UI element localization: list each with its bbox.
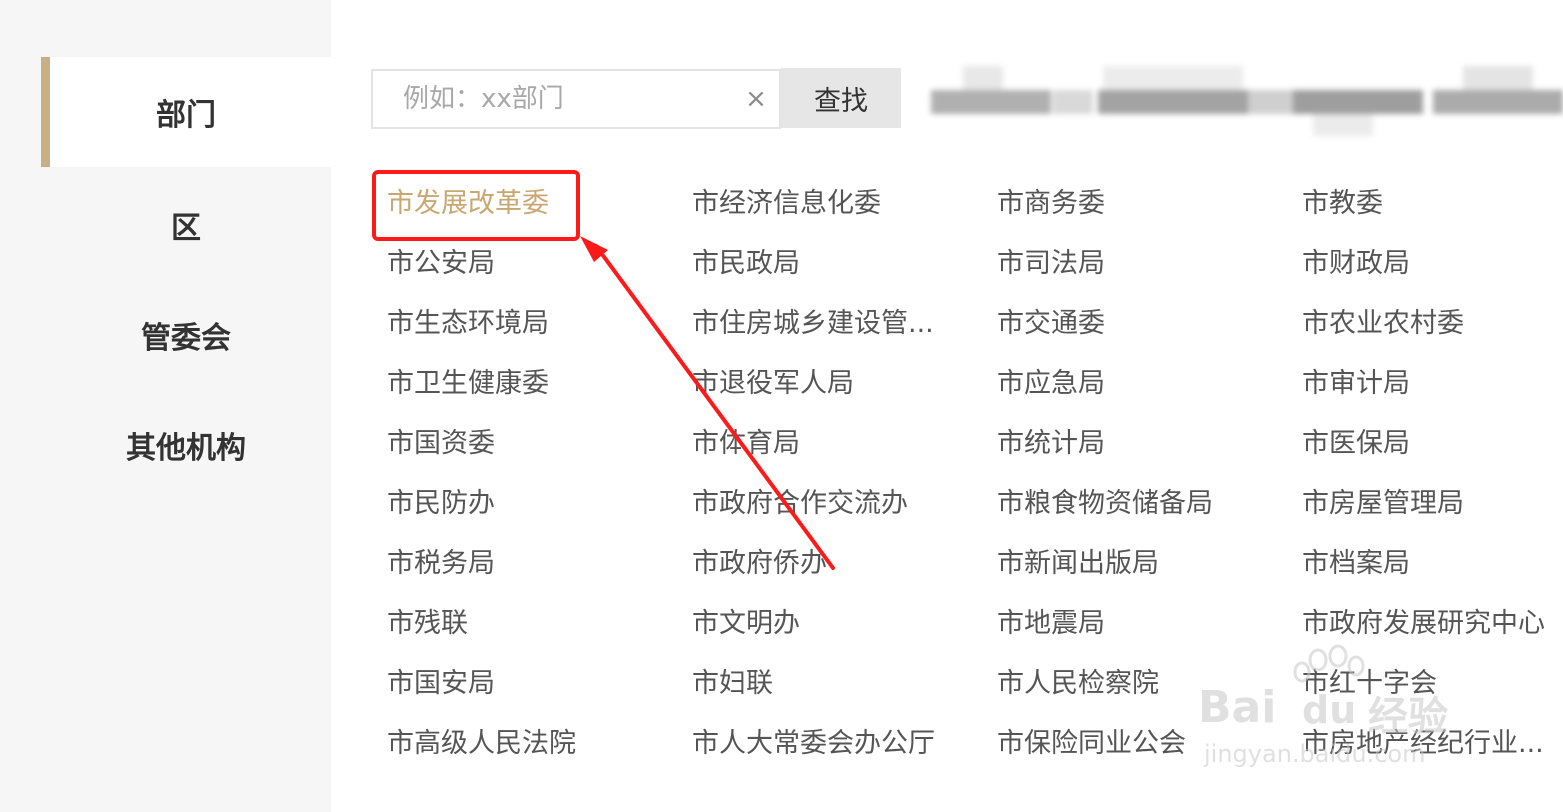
sidebar-item-management-committees[interactable]: 管委会: [41, 280, 331, 390]
dept-link[interactable]: 市民防办: [387, 487, 495, 521]
dept-link[interactable]: 市生态环境局: [387, 307, 549, 341]
dept-link[interactable]: 市政府侨办: [692, 547, 827, 581]
dept-link[interactable]: 市文明办: [692, 607, 800, 641]
dept-link[interactable]: 市农业农村委: [1302, 307, 1464, 341]
search-input[interactable]: [373, 71, 733, 127]
dept-link[interactable]: 市保险同业公会: [997, 727, 1186, 761]
sidebar-item-departments[interactable]: 部门: [41, 57, 331, 167]
dept-link[interactable]: 市地震局: [997, 607, 1105, 641]
dept-link[interactable]: 市交通委: [997, 307, 1105, 341]
sidebar-item-label: 部门: [156, 98, 216, 133]
dept-link[interactable]: 市房屋管理局: [1302, 487, 1464, 521]
dept-link[interactable]: 市财政局: [1302, 247, 1410, 281]
clear-icon[interactable]: ×: [745, 85, 767, 113]
dept-link[interactable]: 市档案局: [1302, 547, 1410, 581]
dept-link[interactable]: 市税务局: [387, 547, 495, 581]
dept-link[interactable]: 市人民检察院: [997, 667, 1159, 701]
category-sidebar: 部门 区 管委会 其他机构: [0, 0, 331, 812]
dept-link[interactable]: 市红十字会: [1302, 667, 1437, 701]
dept-link[interactable]: 市残联: [387, 607, 468, 641]
dept-link[interactable]: 市司法局: [997, 247, 1105, 281]
dept-link[interactable]: 市民政局: [692, 247, 800, 281]
dept-link[interactable]: 市粮食物资储备局: [997, 487, 1213, 521]
watermark-brand: Bai: [1198, 682, 1277, 733]
sidebar-item-label: 区: [171, 211, 201, 246]
dept-link[interactable]: 市妇联: [692, 667, 773, 701]
dept-link[interactable]: 市卫生健康委: [387, 367, 549, 401]
sidebar-item-label: 管委会: [141, 321, 231, 356]
dept-link[interactable]: 市教委: [1302, 187, 1383, 221]
dept-link[interactable]: 市公安局: [387, 247, 495, 281]
dept-link[interactable]: 市住房城乡建设管...: [692, 307, 934, 341]
mosaic-redaction: [903, 62, 1563, 140]
dept-link[interactable]: 市高级人民法院: [387, 727, 576, 761]
dept-link[interactable]: 市人大常委会办公厅: [692, 727, 935, 761]
dept-link[interactable]: 市经济信息化委: [692, 187, 881, 221]
search-box: ×: [371, 69, 781, 129]
dept-link[interactable]: 市国安局: [387, 667, 495, 701]
dept-link[interactable]: 市体育局: [692, 427, 800, 461]
dept-link[interactable]: 市商务委: [997, 187, 1105, 221]
dept-link[interactable]: 市审计局: [1302, 367, 1410, 401]
page-root: 部门 区 管委会 其他机构 × 查找 市发展改革委 市经济信息化委 市商务委 市: [0, 0, 1563, 812]
dept-link[interactable]: 市政府合作交流办: [692, 487, 908, 521]
dept-link[interactable]: 市房地产经纪行业...: [1302, 727, 1544, 761]
dept-link[interactable]: 市统计局: [997, 427, 1105, 461]
dept-link[interactable]: 市新闻出版局: [997, 547, 1159, 581]
dept-link[interactable]: 市应急局: [997, 367, 1105, 401]
dept-link[interactable]: 市发展改革委: [387, 187, 549, 221]
dept-link[interactable]: 市政府发展研究中心: [1302, 607, 1545, 641]
sidebar-item-other-institutions[interactable]: 其他机构: [41, 390, 331, 500]
dept-link[interactable]: 市退役军人局: [692, 367, 854, 401]
sidebar-item-label: 其他机构: [126, 431, 246, 466]
dept-link[interactable]: 市医保局: [1302, 427, 1410, 461]
dept-link[interactable]: 市国资委: [387, 427, 495, 461]
search-button[interactable]: 查找: [781, 68, 901, 128]
sidebar-item-districts[interactable]: 区: [41, 170, 331, 280]
